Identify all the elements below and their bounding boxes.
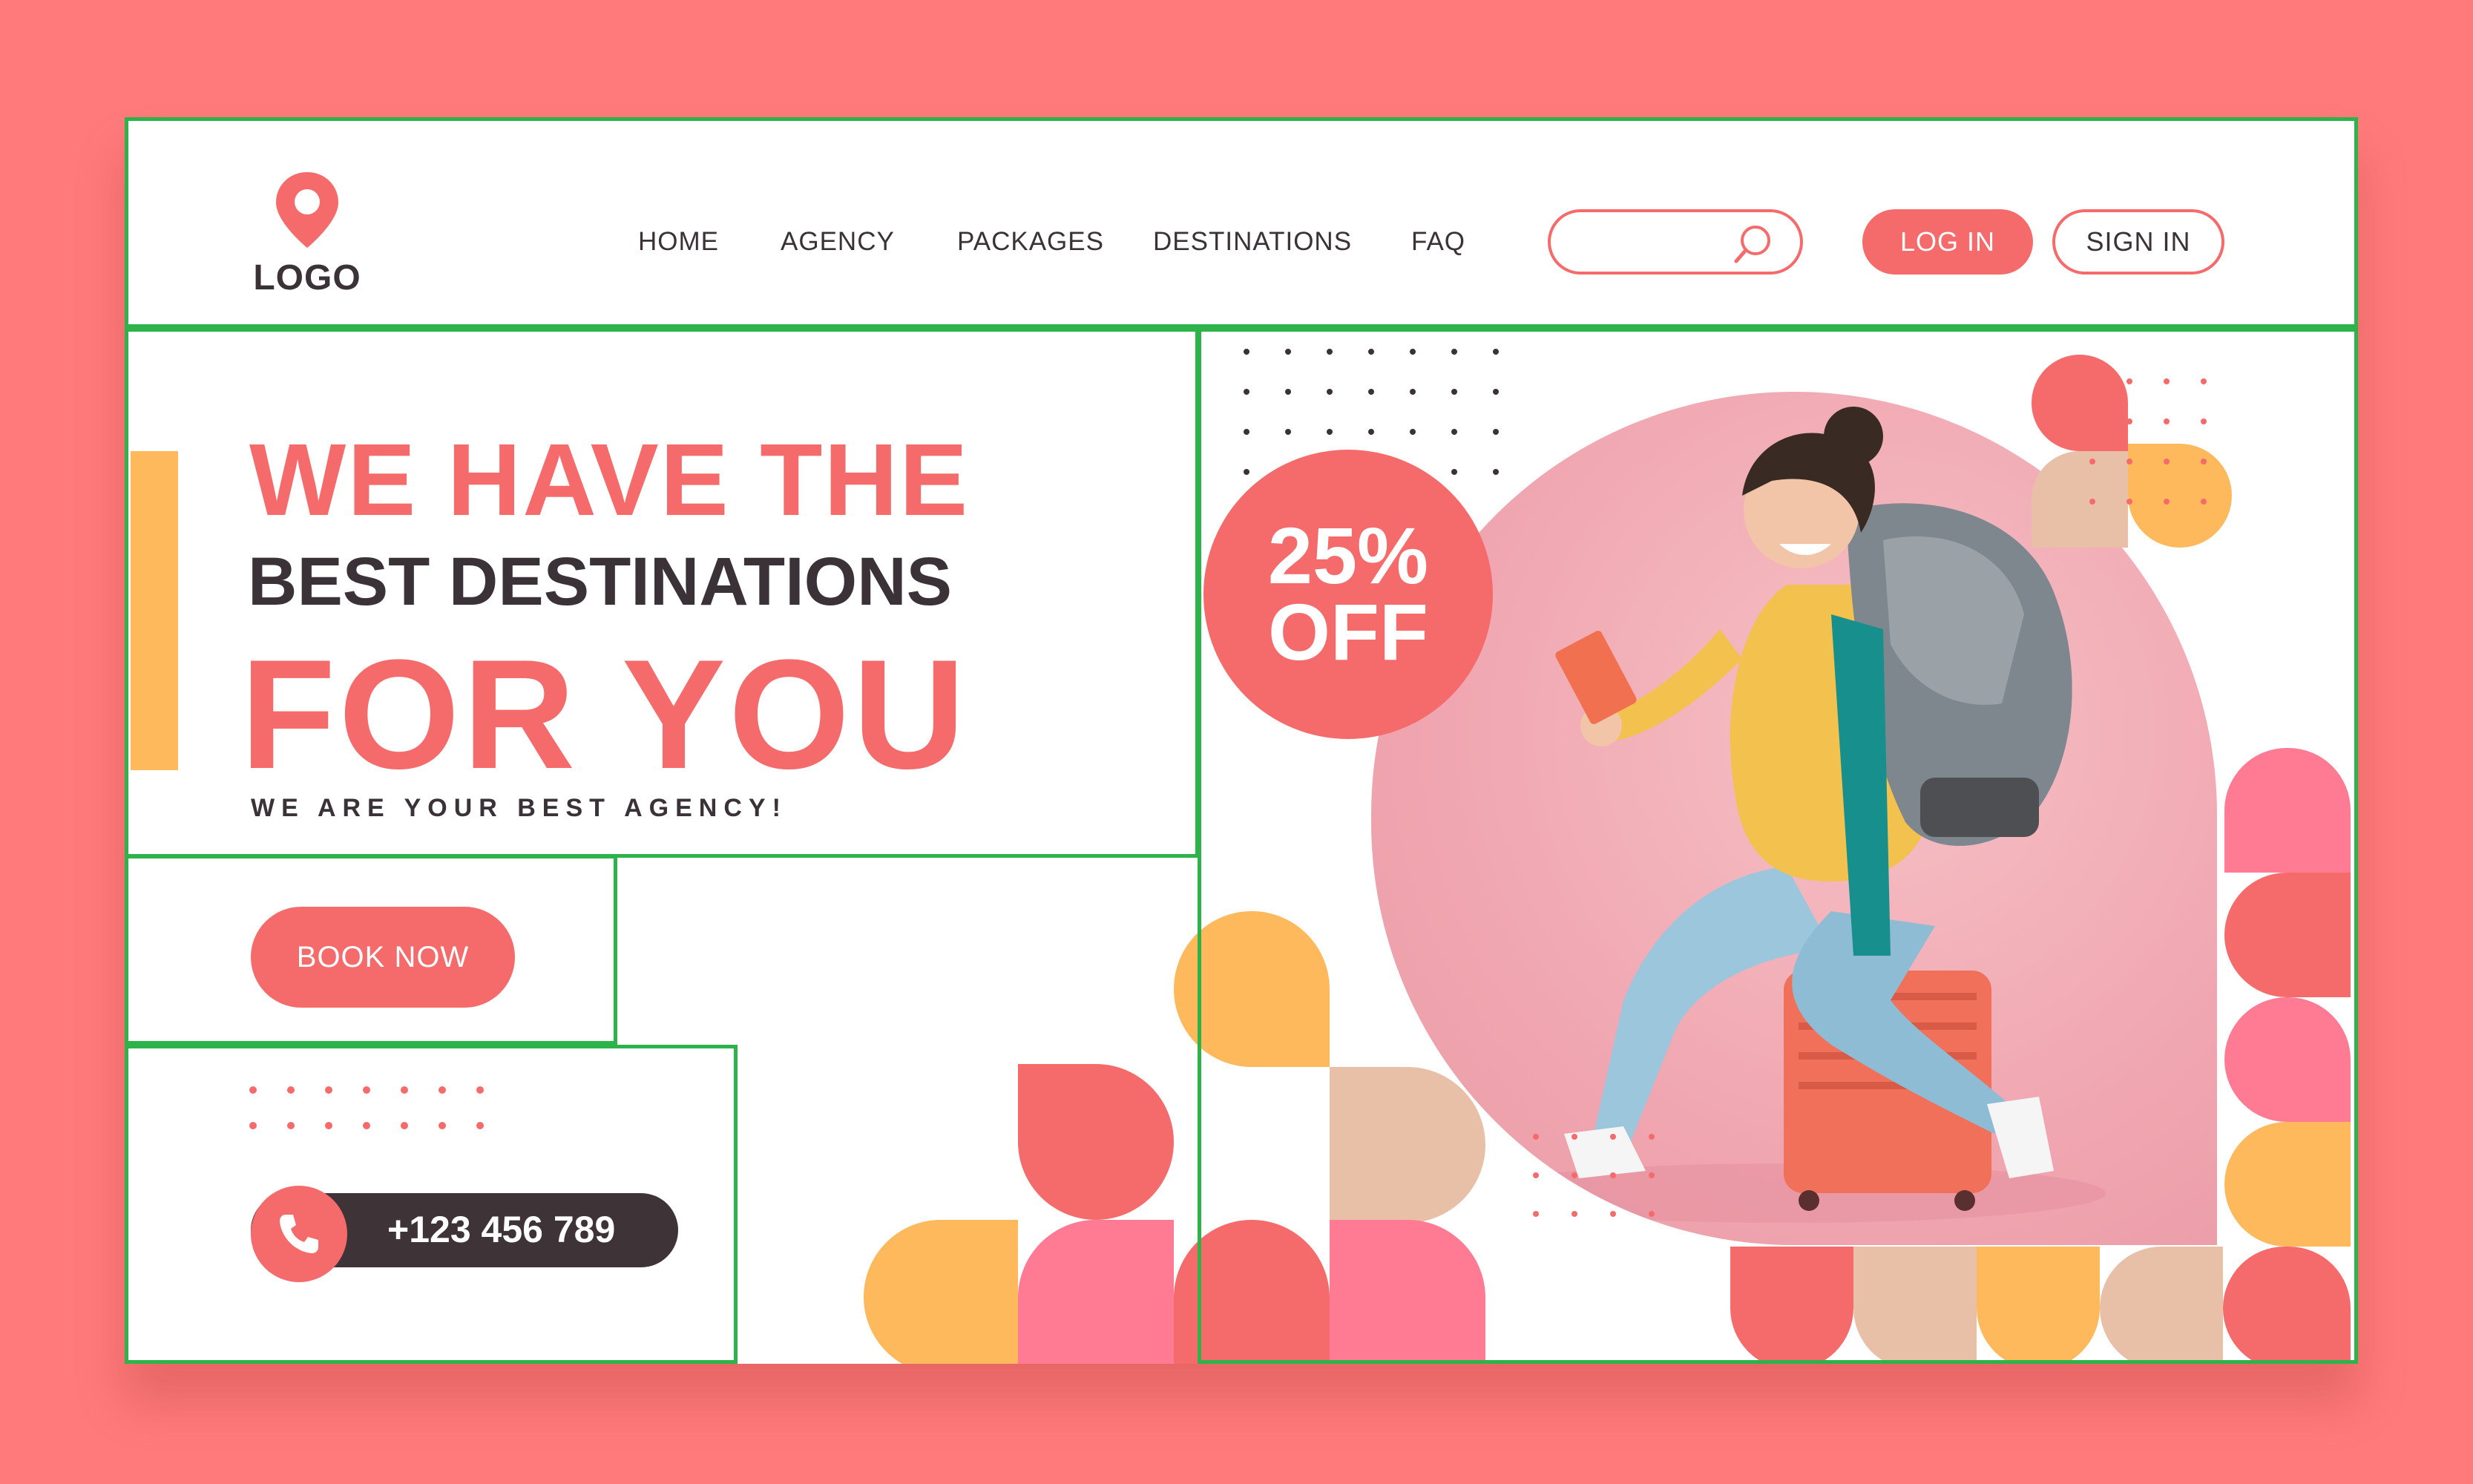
hero-tagline: WE ARE YOUR BEST AGENCY! bbox=[251, 794, 787, 822]
decorative-dots-left bbox=[249, 1086, 484, 1129]
shape-yellow-center bbox=[1174, 911, 1330, 1067]
nav-packages[interactable]: PACKAGES bbox=[957, 227, 1104, 257]
shape-beige-center bbox=[1330, 1067, 1485, 1223]
nav-faq[interactable]: FAQ bbox=[1411, 227, 1465, 257]
shape-bottom-2 bbox=[1853, 1247, 1977, 1364]
shape-bottom-1 bbox=[1730, 1247, 1853, 1364]
search-input[interactable] bbox=[1573, 223, 1739, 263]
shape-coral-quarter bbox=[1018, 1064, 1174, 1220]
shape-coral-center bbox=[1174, 1220, 1330, 1364]
landing-page: LOGO HOME AGENCY PACKAGES DESTINATIONS F… bbox=[125, 117, 2358, 1364]
signin-button[interactable]: SIGN IN bbox=[2052, 209, 2224, 275]
hero-headline-line1: WE HAVE THE bbox=[249, 423, 970, 537]
decorative-dots-bottom bbox=[1533, 1134, 1655, 1217]
book-now-button[interactable]: BOOK NOW bbox=[251, 907, 515, 1008]
search-icon[interactable] bbox=[1732, 223, 1775, 266]
nav-home[interactable]: HOME bbox=[638, 227, 719, 257]
logo-text: LOGO bbox=[253, 258, 361, 298]
shape-pink-right-3 bbox=[2224, 997, 2351, 1122]
nav-agency[interactable]: AGENCY bbox=[781, 227, 895, 257]
phone-icon bbox=[280, 1215, 318, 1253]
shape-bottom-4 bbox=[2100, 1247, 2223, 1364]
location-pin-icon bbox=[276, 172, 338, 248]
shape-pink-quarter bbox=[1018, 1220, 1174, 1364]
accent-bar bbox=[131, 451, 178, 770]
shape-bottom-3 bbox=[1977, 1247, 2100, 1364]
nav-destinations[interactable]: DESTINATIONS bbox=[1153, 227, 1352, 257]
discount-badge: 25% OFF bbox=[1203, 450, 1493, 739]
shape-coral-right-2 bbox=[2224, 873, 2351, 997]
discount-percent: 25% bbox=[1267, 510, 1429, 601]
shape-pink-right-1 bbox=[2224, 748, 2351, 873]
shape-bottom-5 bbox=[2223, 1247, 2351, 1364]
logo[interactable]: LOGO bbox=[248, 169, 367, 298]
shape-pink-center bbox=[1330, 1220, 1485, 1364]
phone-icon-circle[interactable] bbox=[251, 1186, 347, 1282]
discount-off: OFF bbox=[1268, 587, 1428, 677]
hero-headline-line2: BEST DESTINATIONS bbox=[248, 544, 953, 620]
decorative-dots-right bbox=[2089, 378, 2207, 505]
shape-yellow-half bbox=[864, 1220, 1018, 1364]
shape-yellow-right-4 bbox=[2224, 1122, 2351, 1247]
search-box[interactable] bbox=[1548, 209, 1803, 275]
login-button[interactable]: LOG IN bbox=[1862, 209, 2033, 275]
phone-number[interactable]: +123 456 789 bbox=[387, 1208, 615, 1251]
hero-headline-line3: FOR YOU bbox=[240, 627, 968, 801]
